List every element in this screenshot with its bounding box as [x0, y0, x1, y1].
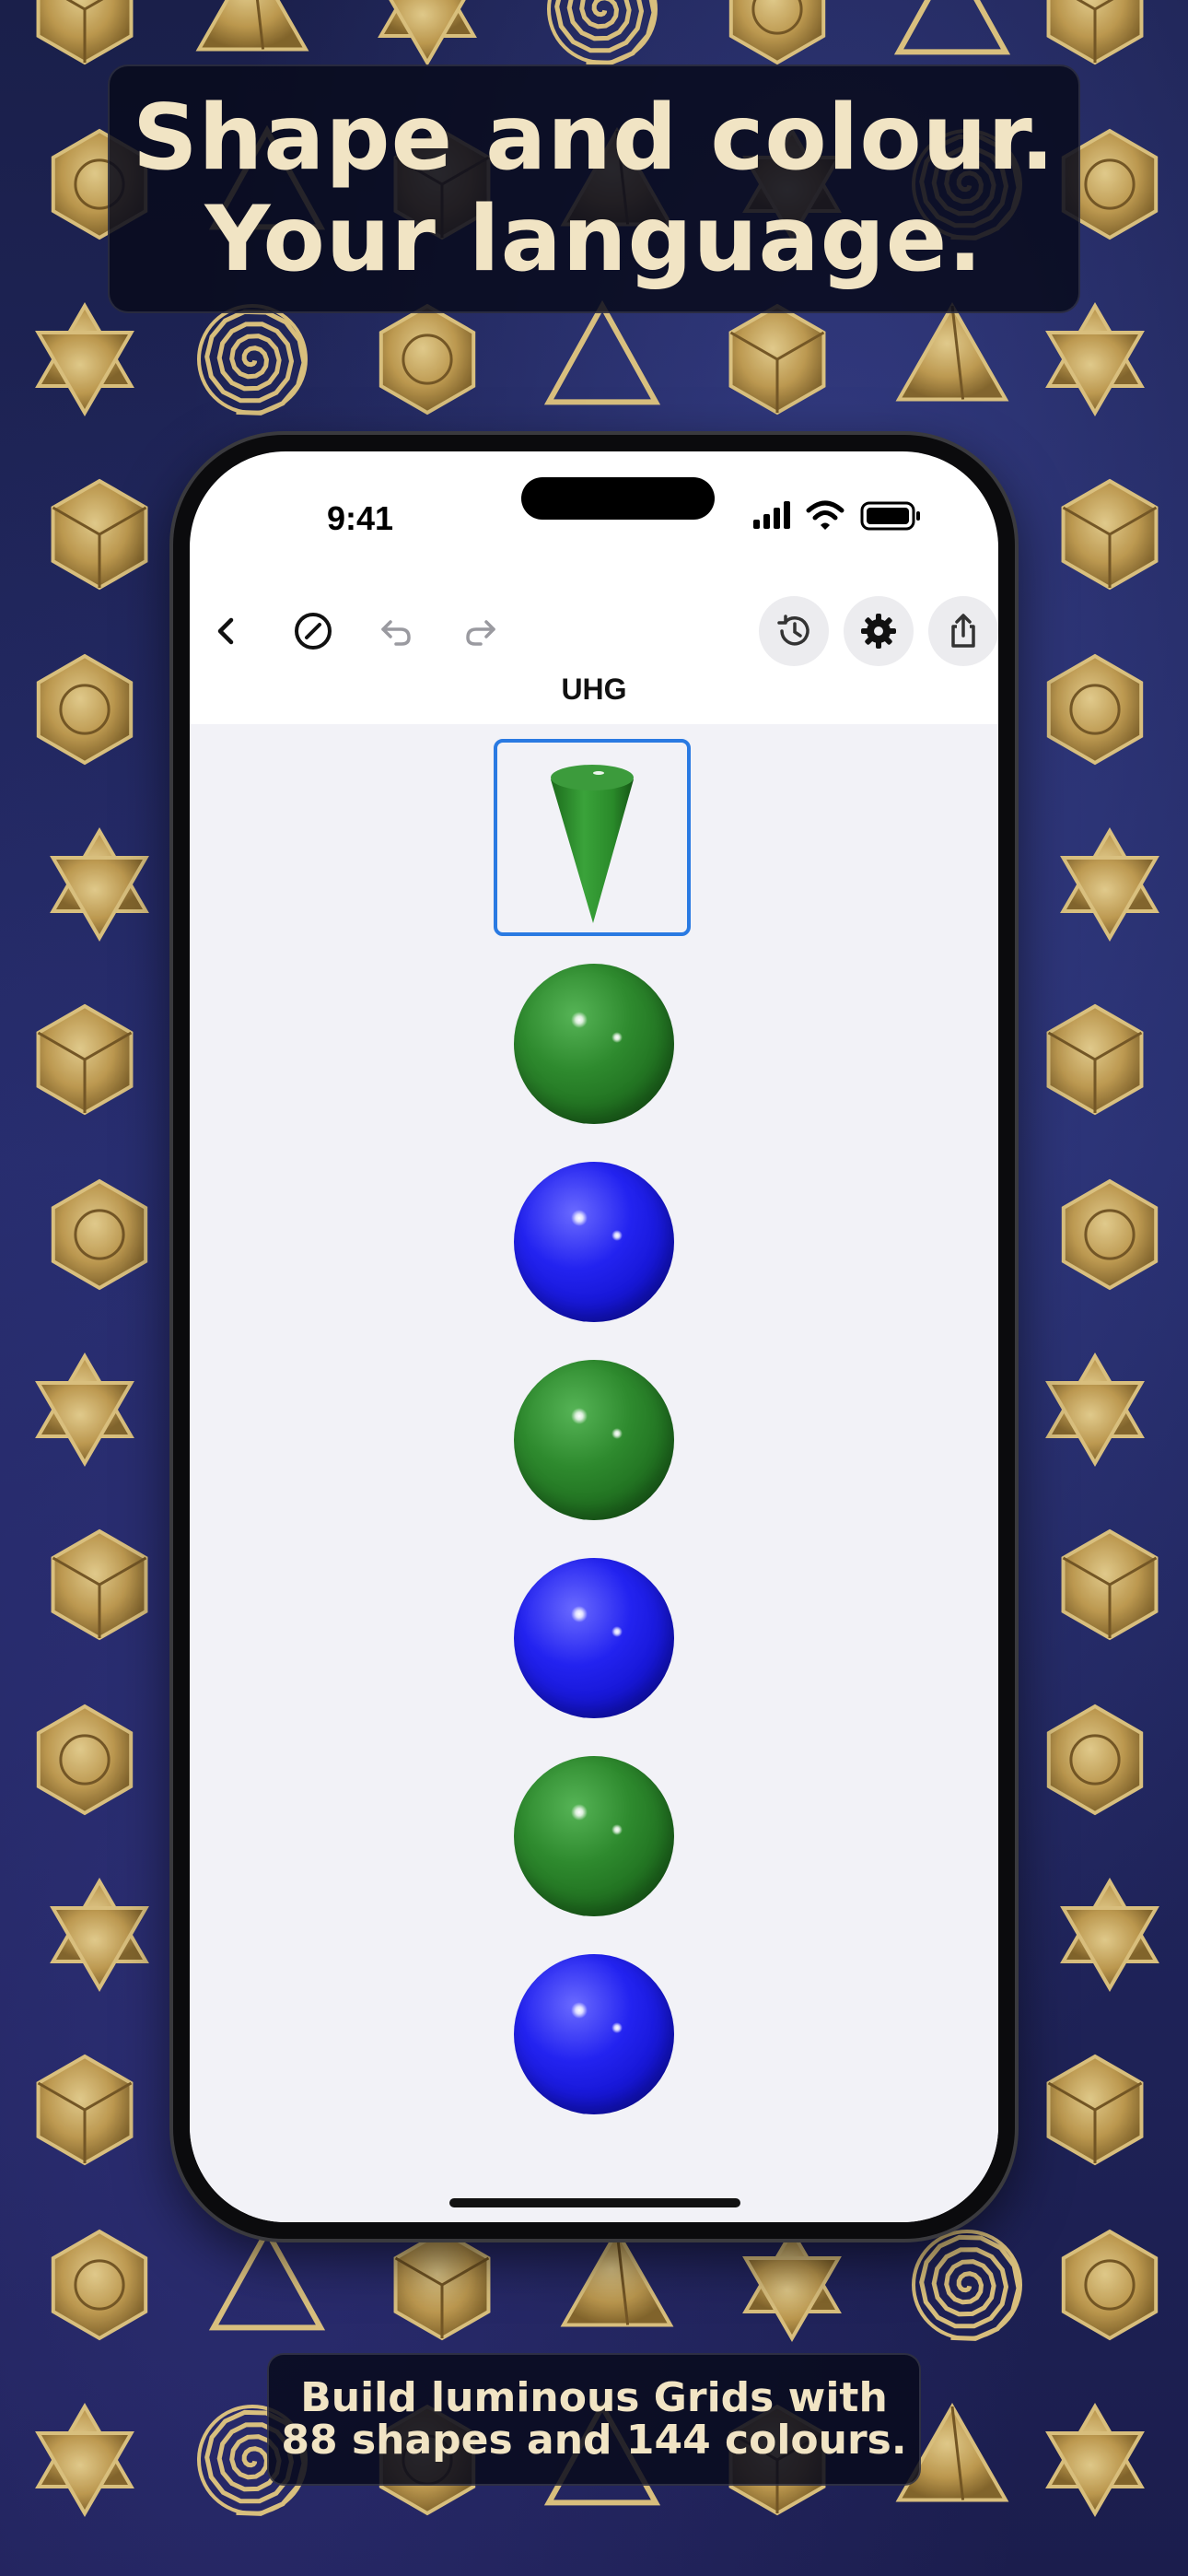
specular-highlight [571, 1606, 588, 1622]
cone-shape [551, 765, 634, 923]
background-hex-symbol [379, 303, 476, 416]
background-star-symbol [742, 2228, 842, 2342]
specular-highlight [611, 1626, 623, 1637]
share-icon [951, 614, 975, 648]
grid-cell-sphere-green[interactable] [514, 1756, 674, 1916]
phone-frame: 9:41 UHG [173, 435, 1015, 2239]
undo-icon [381, 620, 411, 646]
background-spiral-symbol [912, 2230, 1022, 2341]
background-cube-symbol [1046, 1003, 1144, 1116]
clear-button[interactable] [278, 596, 348, 666]
background-spiral-symbol [197, 304, 308, 416]
selected-cell[interactable] [494, 739, 691, 936]
caption-line-1: Build luminous Grids with [300, 2374, 888, 2421]
background-hex-symbol [1061, 2229, 1159, 2341]
background-cube-symbol [728, 303, 826, 416]
undo-button[interactable] [361, 596, 431, 666]
grid-canvas[interactable] [190, 724, 998, 2222]
headline-line-2: Your language. [204, 187, 984, 292]
headline-line-1: Shape and colour. [132, 86, 1056, 191]
background-hex-symbol [1046, 1704, 1144, 1816]
background-cube-symbol [51, 1528, 148, 1641]
background-star-symbol [1045, 1352, 1145, 1467]
back-button[interactable] [192, 596, 262, 666]
redo-icon [466, 620, 495, 646]
background-star-symbol [1060, 1878, 1159, 1992]
background-hex-symbol [1061, 1178, 1159, 1291]
background-cube-symbol [1046, 2054, 1144, 2166]
wifi-icon [806, 500, 844, 530]
specular-highlight [611, 2022, 623, 2033]
background-star-symbol [1045, 302, 1145, 416]
gear-icon [861, 614, 896, 649]
background-pyramid-symbol [560, 2227, 674, 2327]
specular-highlight [571, 1012, 588, 1028]
background-tri-symbol [543, 299, 661, 405]
slash-circle-icon [295, 613, 332, 650]
background-pyramid-symbol [895, 301, 1009, 402]
chevron-left-icon [217, 617, 234, 645]
redo-button[interactable] [446, 596, 516, 666]
history-icon [777, 615, 809, 646]
grid-cell-sphere-blue[interactable] [514, 1162, 674, 1322]
background-star-symbol [1045, 2403, 1145, 2517]
background-hex-symbol [1046, 653, 1144, 766]
background-cube-symbol [1061, 1528, 1159, 1641]
background-hex-symbol [36, 1704, 134, 1816]
specular-highlight [611, 1824, 623, 1835]
home-indicator [449, 2198, 740, 2207]
background-star-symbol [35, 2403, 134, 2517]
specular-highlight [571, 1210, 588, 1226]
background-cube-symbol [393, 2229, 491, 2341]
background-hex-symbol [51, 2229, 148, 2341]
dynamic-island [521, 477, 715, 520]
grid-cell-sphere-blue[interactable] [514, 1558, 674, 1718]
grid-cell-sphere-blue[interactable] [514, 1954, 674, 2114]
grid-title: UHG [561, 673, 627, 706]
headline-banner: Shape and colour. Your language. [108, 64, 1080, 313]
background-hex-symbol [36, 653, 134, 766]
background-pyramid-symbol [195, 0, 309, 52]
specular-highlight [611, 1230, 623, 1241]
background-cube-symbol [1061, 478, 1159, 591]
specular-highlight [571, 1408, 588, 1424]
phone-screen: 9:41 UHG [190, 451, 998, 2222]
grid-cell-sphere-green[interactable] [514, 964, 674, 1124]
settings-button[interactable] [844, 596, 914, 666]
background-hex-symbol [728, 0, 826, 65]
background-tri-symbol [893, 0, 1011, 55]
history-button[interactable] [759, 596, 829, 666]
background-cube-symbol [36, 2054, 134, 2166]
grid-cell-sphere-green[interactable] [514, 1360, 674, 1520]
background-star-symbol [378, 0, 477, 66]
caption-line-2: 88 shapes and 144 colours. [281, 2417, 907, 2464]
specular-highlight [571, 2002, 588, 2019]
editor-toolbar [190, 585, 998, 677]
background-cube-symbol [51, 478, 148, 591]
specular-highlight [611, 1032, 623, 1043]
specular-highlight [611, 1428, 623, 1439]
background-star-symbol [1060, 827, 1159, 942]
specular-highlight [571, 1804, 588, 1821]
battery-icon [860, 501, 920, 531]
background-cube-symbol [1046, 0, 1144, 65]
background-star-symbol [35, 1352, 134, 1467]
background-star-symbol [35, 302, 134, 416]
background-star-symbol [50, 1878, 149, 1992]
background-cube-symbol [36, 0, 134, 65]
status-icons [753, 500, 920, 531]
background-tri-symbol [208, 2225, 326, 2331]
background-cube-symbol [36, 1003, 134, 1116]
caption-banner: Build luminous Grids with 88 shapes and … [267, 2353, 921, 2486]
background-hex-symbol [51, 1178, 148, 1291]
cellular-signal-icon [753, 501, 790, 529]
background-star-symbol [50, 827, 149, 942]
background-spiral-symbol [547, 0, 658, 65]
status-time: 9:41 [326, 499, 394, 537]
share-button[interactable] [928, 596, 998, 666]
